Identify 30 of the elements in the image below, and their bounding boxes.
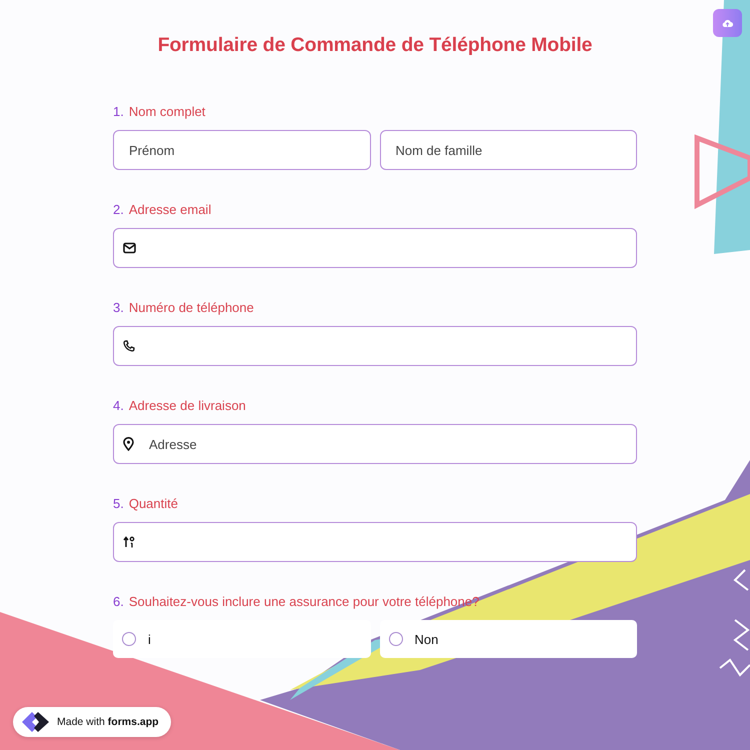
radio-button[interactable]: [122, 632, 136, 646]
badge-text: Made with forms.app: [57, 716, 159, 728]
envelope-icon: [123, 242, 136, 254]
form-title: Formulaire de Commande de Téléphone Mobile: [156, 33, 594, 57]
question-number: 1.: [113, 103, 124, 120]
sort-numbers-icon: [123, 536, 135, 548]
option-button[interactable]: Non: [380, 620, 637, 658]
radio-button[interactable]: [388, 632, 402, 646]
question-label: Numéro de téléphone: [128, 299, 254, 316]
input-field[interactable]: Nom de famille: [380, 130, 637, 170]
logo-icon: [21, 711, 50, 733]
upload-button[interactable]: [713, 9, 742, 37]
input-field[interactable]: Prénom: [113, 130, 370, 170]
phone-icon: [123, 340, 135, 352]
question-label: Nom complet: [128, 103, 206, 120]
question-number: 6.: [113, 593, 124, 610]
question-number: 5.: [113, 495, 124, 512]
location-pin-icon: [123, 437, 134, 451]
question-label: Adresse email: [128, 201, 212, 218]
question-label: Quantité: [128, 495, 178, 512]
made-with-badge[interactable]: Made with forms.app: [13, 707, 171, 737]
input-field[interactable]: Adresse: [113, 424, 637, 464]
input-field[interactable]: [113, 228, 637, 268]
cloud-upload-icon: [722, 19, 733, 27]
question-number: 2.: [113, 201, 124, 218]
question-number: 4.: [113, 397, 124, 414]
question-number: 3.: [113, 299, 124, 316]
input-field[interactable]: [113, 522, 637, 562]
input-field[interactable]: [113, 326, 637, 366]
question-label: Adresse de livraison: [128, 397, 246, 414]
